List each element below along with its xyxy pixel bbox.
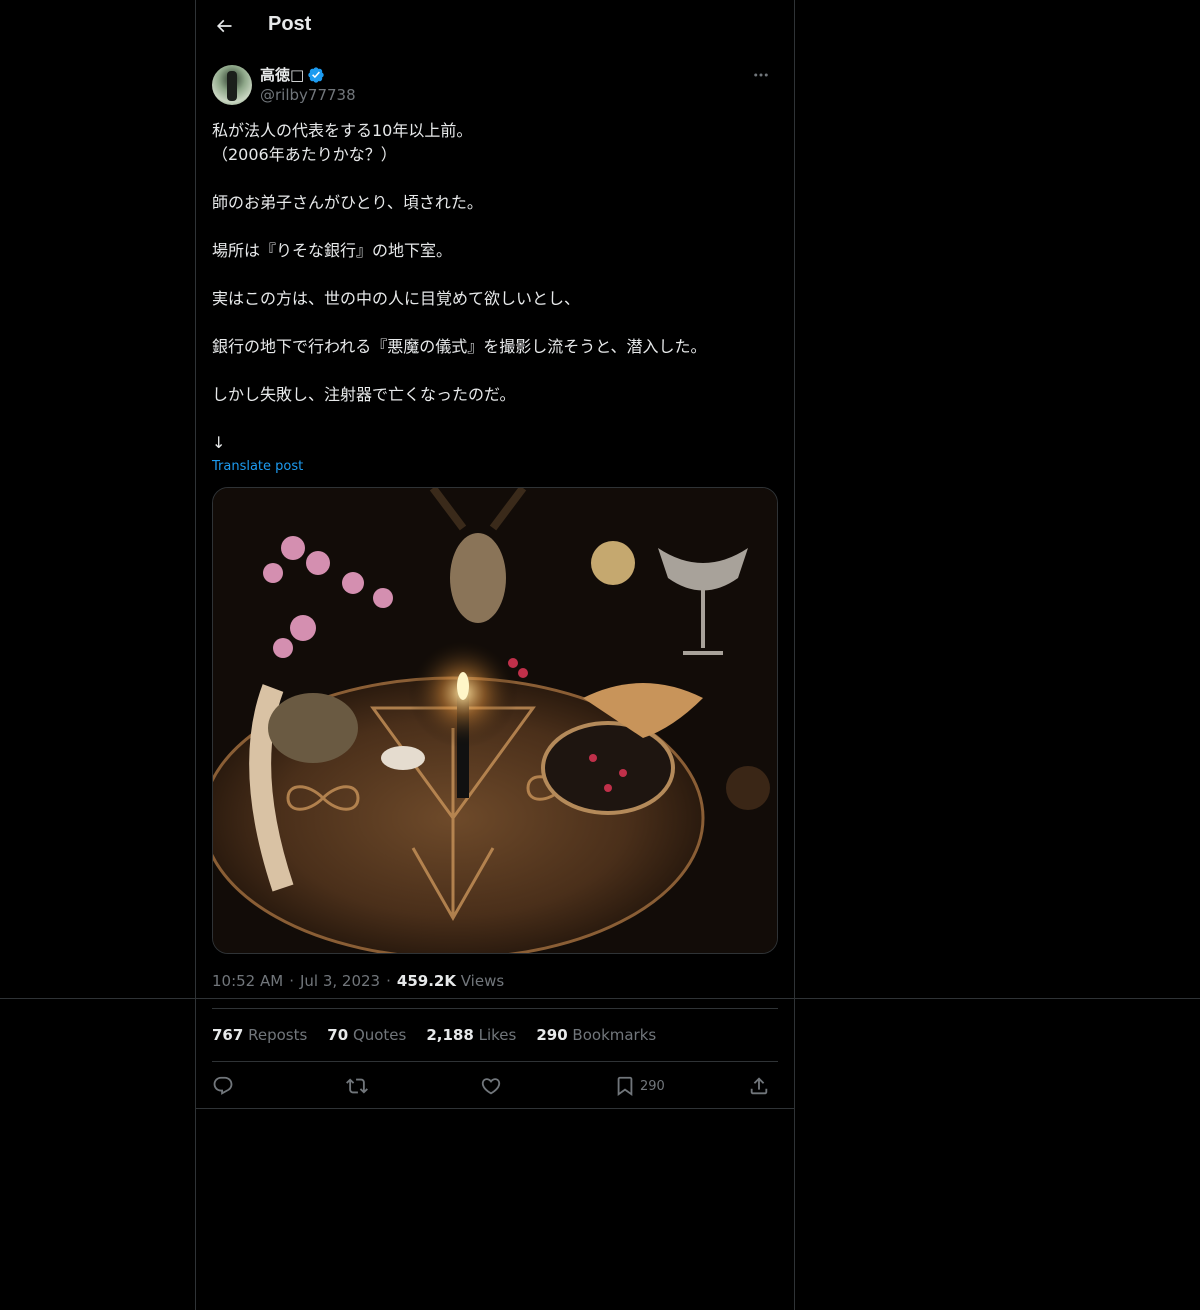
views-count: 459.2K <box>396 972 456 990</box>
bookmark-count: 290 <box>640 1078 665 1094</box>
divider <box>212 1008 778 1009</box>
reply-icon <box>213 1076 233 1095</box>
post-line: ↓ <box>212 433 226 452</box>
bookmarks-stat[interactable]: 290 Bookmarks <box>536 1026 656 1044</box>
like-button[interactable] <box>480 1072 502 1100</box>
post-date[interactable]: Jul 3, 2023 <box>300 972 380 990</box>
quotes-stat[interactable]: 70 Quotes <box>327 1026 406 1044</box>
share-button[interactable] <box>748 1072 770 1100</box>
more-options-button[interactable] <box>744 64 778 86</box>
reply-button[interactable] <box>212 1072 234 1100</box>
action-bar: 290 <box>212 1072 778 1100</box>
views-label: Views <box>460 972 505 990</box>
verified-badge-icon <box>308 66 324 83</box>
share-icon <box>750 1077 768 1095</box>
post-text: 私が法人の代表をする10年以上前。 （2006年あたりかな？） 師のお弟子さんが… <box>212 119 778 455</box>
more-icon <box>754 73 768 77</box>
engagement-stats: 767 Reposts 70 Quotes 2,188 Likes 290 Bo… <box>212 1026 656 1044</box>
divider <box>195 1108 795 1109</box>
back-button[interactable] <box>208 10 240 42</box>
author-handle[interactable]: @rilby77738 <box>260 86 356 104</box>
post-line: 師のお弟子さんがひとり、頃された。 <box>212 193 483 212</box>
translate-post-link[interactable]: Translate post <box>212 459 303 474</box>
likes-stat[interactable]: 2,188 Likes <box>426 1026 516 1044</box>
post-line: 実はこの方は、世の中の人に目覚めて欲しいとし、 <box>212 289 581 308</box>
post-line: 銀行の地下で行われる『悪魔の儀式』を撮影し流そうと、潜入した。 <box>212 337 707 356</box>
heart-icon <box>481 1078 501 1095</box>
post-line: （2006年あたりかな？） <box>212 145 397 164</box>
post-column: Post 高徳□ @rilby77738 私が法人の代表をする10年以上前。 （… <box>195 0 795 1310</box>
bookmark-icon <box>617 1076 633 1097</box>
repost-button[interactable] <box>346 1072 368 1100</box>
post-image[interactable] <box>212 487 778 954</box>
ritual-table-photo <box>213 488 777 953</box>
post-line: 私が法人の代表をする10年以上前。 <box>212 121 473 140</box>
header: Post <box>196 0 794 53</box>
post-line: しかし失敗し、注射器で亡くなったのだ。 <box>212 385 516 404</box>
post-time[interactable]: 10:52 AM <box>212 972 283 990</box>
arrow-left-icon <box>216 19 232 33</box>
reposts-stat[interactable]: 767 Reposts <box>212 1026 307 1044</box>
post-line: 場所は『りそな銀行』の地下室。 <box>212 241 453 260</box>
divider <box>0 998 1200 999</box>
divider <box>212 1061 778 1062</box>
bookmark-button[interactable]: 290 <box>614 1072 665 1100</box>
page-title: Post <box>268 13 312 35</box>
author-display-name[interactable]: 高徳□ <box>260 64 304 85</box>
post-author: 高徳□ @rilby77738 <box>212 64 778 108</box>
avatar[interactable] <box>212 65 252 105</box>
repost-icon <box>346 1078 368 1094</box>
post-meta: 10:52 AM · Jul 3, 2023 · 459.2K Views <box>212 972 505 990</box>
